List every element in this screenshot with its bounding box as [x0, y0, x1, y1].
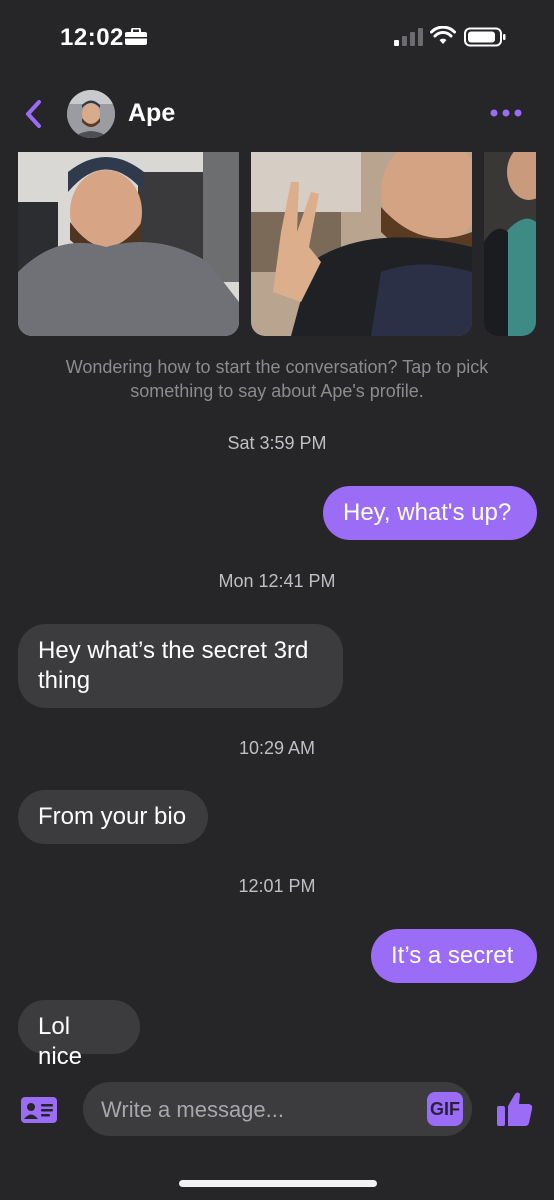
message-composer: GIF: [83, 1082, 472, 1138]
timestamp: Sat 3:59 PM: [227, 433, 327, 453]
profile-photo-3[interactable]: [484, 152, 536, 336]
cellular-signal-icon: [394, 28, 423, 46]
battery-icon: [464, 27, 506, 47]
message-input[interactable]: [99, 1082, 413, 1138]
outgoing-message[interactable]: Hey, what's up?: [323, 486, 537, 540]
avatar[interactable]: [67, 90, 115, 138]
profile-card-icon[interactable]: [20, 1096, 58, 1124]
gif-button[interactable]: GIF: [427, 1092, 463, 1126]
briefcase-icon: [125, 28, 147, 45]
back-chevron-icon[interactable]: [22, 98, 46, 130]
more-options-icon[interactable]: [488, 102, 524, 124]
contact-name[interactable]: Ape: [128, 99, 175, 128]
timestamp: Mon 12:41 PM: [218, 571, 336, 591]
incoming-message[interactable]: Hey what’s the secret 3rd thing: [18, 624, 343, 708]
profile-photo-strip[interactable]: [0, 152, 554, 336]
home-indicator: [179, 1180, 377, 1187]
conversation-starter-hint[interactable]: Wondering how to start the conversation?…: [30, 355, 524, 403]
status-time: 12:02: [60, 24, 124, 51]
incoming-message[interactable]: Lol nice: [18, 1000, 140, 1070]
timestamp: 12:01 PM: [238, 876, 316, 896]
profile-photo-2[interactable]: [251, 152, 472, 336]
outgoing-message[interactable]: It’s a secret: [371, 929, 537, 983]
thumbs-up-icon[interactable]: [496, 1090, 534, 1128]
profile-photo-1[interactable]: [18, 152, 239, 336]
wifi-icon: [430, 26, 456, 44]
incoming-message[interactable]: From your bio: [18, 790, 208, 844]
timestamp: 10:29 AM: [238, 738, 316, 758]
